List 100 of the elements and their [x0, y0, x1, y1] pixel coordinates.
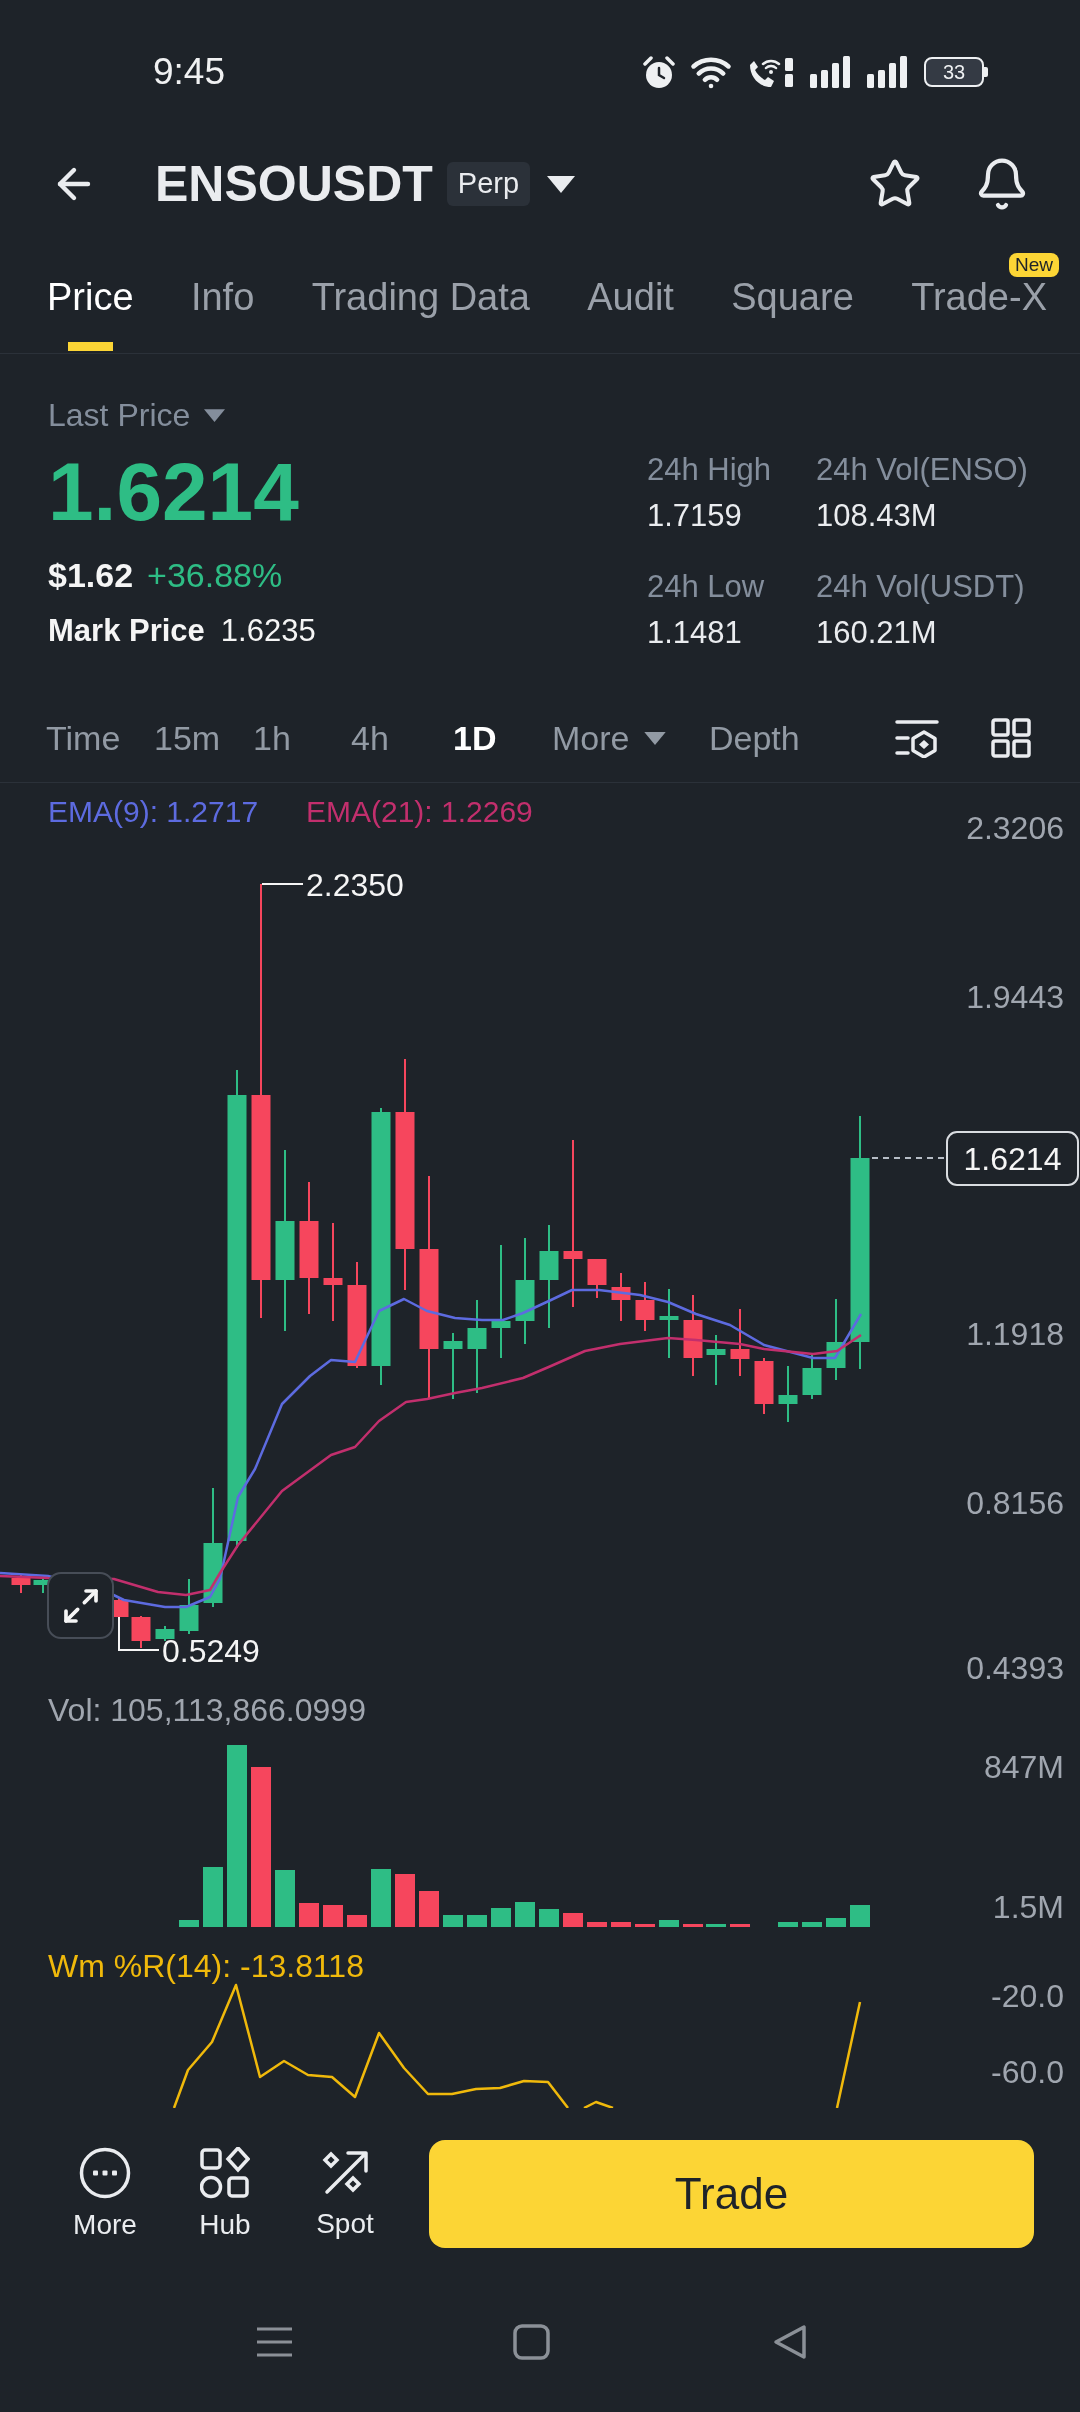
- grid-icon[interactable]: [991, 718, 1031, 758]
- volume-bar: [611, 1922, 631, 1927]
- stat-value: 1.1481: [647, 615, 743, 651]
- axis-label: 1.1918: [966, 1316, 1064, 1352]
- volume-bar: [323, 1905, 343, 1927]
- status-time: 9:45: [153, 50, 225, 94]
- last-price-tag: 1.6214: [946, 1131, 1079, 1186]
- price-change: +36.88%: [147, 555, 283, 595]
- candle: [778, 1365, 798, 1423]
- candle: [131, 1615, 151, 1649]
- stat-label: 24h Vol(USDT): [816, 569, 1026, 605]
- signal-icon: [867, 56, 909, 88]
- square-icon[interactable]: [513, 2324, 550, 2360]
- action-button[interactable]: Hub: [199, 2146, 251, 2241]
- usd-price: $1.62: [48, 555, 134, 595]
- candle: [706, 1334, 726, 1386]
- axis-label: 0.8156: [966, 1485, 1064, 1521]
- volume-bar: [706, 1924, 726, 1927]
- stat-label: 24h Vol(ENSO): [816, 452, 1028, 488]
- volume-bar: [635, 1924, 655, 1927]
- perp-badge: Perp: [446, 162, 531, 206]
- axis-label: -60.0: [991, 2054, 1064, 2090]
- axis-label: 1.9443: [966, 979, 1064, 1015]
- last-price-dropdown[interactable]: Last Price: [48, 398, 226, 432]
- candle: [611, 1272, 631, 1322]
- caret-icon: [547, 175, 576, 193]
- candle: [443, 1332, 463, 1400]
- stat-value: 160.21M: [816, 615, 938, 651]
- tab[interactable]: Square: [731, 278, 854, 316]
- stat-label: 24h High: [647, 452, 773, 488]
- action-button[interactable]: Spot: [316, 2147, 374, 2240]
- candle: [635, 1281, 655, 1332]
- volume-bar: [587, 1922, 607, 1927]
- interval-option[interactable]: Time: [46, 718, 121, 758]
- shapes-icon: [200, 2146, 250, 2199]
- volume-bar: [563, 1913, 583, 1927]
- tab[interactable]: Price: [47, 278, 134, 351]
- high-leader-line: [261, 883, 304, 885]
- volume-bar: [203, 1867, 223, 1927]
- low-leader-line: [118, 1616, 160, 1651]
- volume-legend: Vol: 105,113,866.0999: [48, 1692, 366, 1728]
- volume-bar: [491, 1908, 511, 1927]
- stat-value: 108.43M: [816, 498, 938, 534]
- interval-option[interactable]: 1D: [453, 718, 497, 758]
- candle: [730, 1308, 750, 1377]
- interval-option[interactable]: 15m: [154, 718, 221, 758]
- interval-option[interactable]: 1h: [253, 718, 291, 758]
- expand-button[interactable]: [47, 1572, 114, 1639]
- interval-dropdown[interactable]: More: [552, 718, 667, 758]
- tab[interactable]: Trade-X: [911, 278, 1047, 316]
- volume-bar: [347, 1915, 367, 1927]
- low-price-label: 0.5249: [162, 1633, 260, 1669]
- volume-bar: [467, 1915, 487, 1927]
- williams-legend: Wm %R(14): -13.8118: [48, 1948, 364, 1984]
- interval-option[interactable]: Depth: [709, 718, 800, 758]
- volume-bar: [659, 1920, 679, 1927]
- candle: [802, 1354, 822, 1400]
- volume-bar: [443, 1915, 463, 1927]
- volume-bar: [395, 1874, 415, 1927]
- phone-wifi-icon: [747, 55, 795, 89]
- volume-bar: [275, 1870, 295, 1927]
- axis-label: 2.3206: [966, 810, 1064, 846]
- new-badge: New: [1008, 253, 1059, 277]
- ellipsis-circle-icon: [79, 2146, 131, 2199]
- volume-bar: [299, 1903, 319, 1927]
- volume-bar: [778, 1922, 798, 1927]
- axis-label: 1.5M: [992, 1889, 1064, 1925]
- axis-label: 0.4393: [966, 1650, 1064, 1686]
- last-price-value: 1.6214: [48, 451, 299, 533]
- menu-icon[interactable]: [256, 2326, 293, 2358]
- volume-bar: [730, 1924, 750, 1927]
- volume-bar: [419, 1891, 439, 1927]
- volume-bar: [539, 1909, 559, 1927]
- triangle-icon[interactable]: [773, 2324, 807, 2360]
- volume-bar: [826, 1918, 846, 1927]
- ema-legend: EMA(9): 1.2717: [48, 794, 259, 828]
- stat-label: 24h Low: [647, 569, 766, 605]
- volume-bar: [802, 1922, 822, 1927]
- candle: [587, 1258, 607, 1299]
- stat-value: 1.7159: [647, 498, 743, 534]
- candle: [659, 1288, 679, 1359]
- candle: [179, 1578, 199, 1635]
- battery-indicator: 33: [924, 57, 988, 87]
- interval-option[interactable]: 4h: [351, 718, 389, 758]
- trade-button[interactable]: Trade: [429, 2139, 1034, 2248]
- action-button[interactable]: More: [73, 2146, 137, 2241]
- tab[interactable]: Trading Data: [311, 278, 530, 316]
- candle: [155, 1625, 175, 1642]
- ema-legend: EMA(21): 1.2269: [306, 794, 533, 828]
- tab[interactable]: Audit: [587, 278, 674, 316]
- alarm-clock-icon: [643, 55, 675, 89]
- tab[interactable]: Info: [190, 278, 255, 316]
- list-hexagon-icon[interactable]: [895, 718, 939, 758]
- volume-bar: [683, 1924, 703, 1927]
- axis-label: -20.0: [991, 1978, 1064, 2014]
- mark-price-label: Mark Price: [48, 613, 205, 649]
- volume-bar: [371, 1869, 391, 1927]
- volume-bar: [515, 1902, 535, 1927]
- volume-bar: [850, 1905, 870, 1927]
- caret-icon: [204, 408, 226, 422]
